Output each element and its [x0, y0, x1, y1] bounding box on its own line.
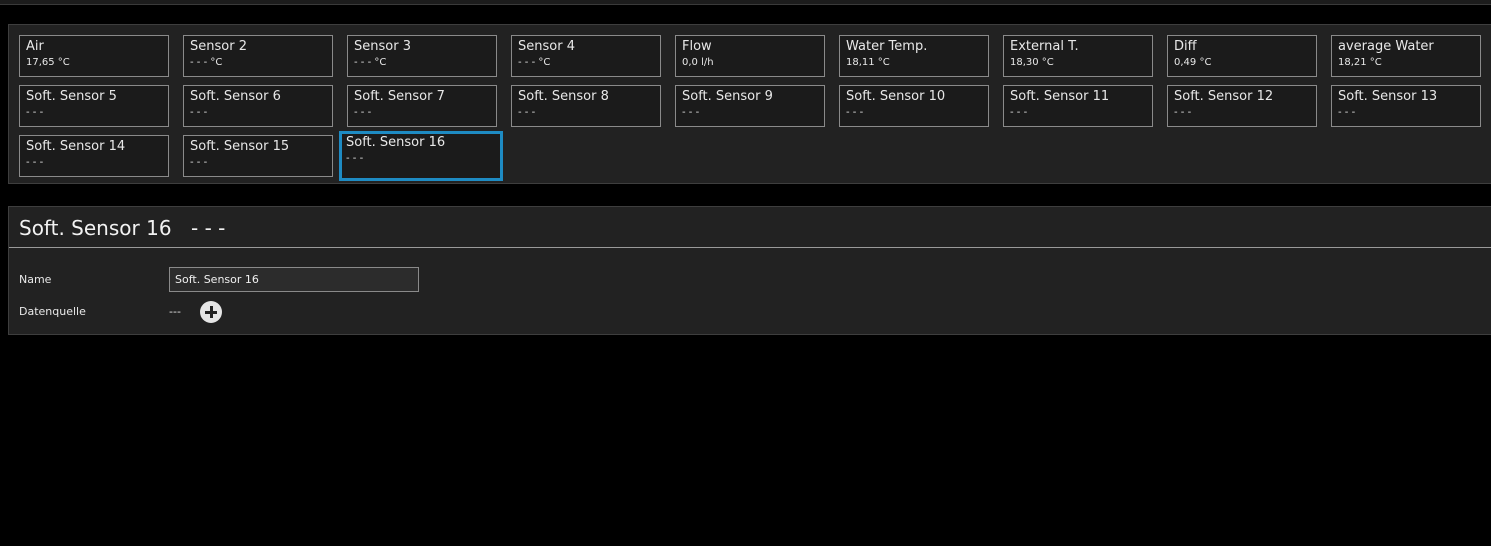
sensor-tile-label: Flow	[682, 39, 712, 54]
sensor-tile-label: Sensor 4	[518, 39, 575, 54]
sensor-tile[interactable]: Soft. Sensor 10 - - -	[839, 85, 989, 127]
sensor-tile-label: Soft. Sensor 7	[354, 89, 445, 104]
sensor-tile[interactable]: Soft. Sensor 14 - - -	[19, 135, 169, 177]
sensor-tile-label: Diff	[1174, 39, 1197, 54]
sensor-tile-label: Soft. Sensor 15	[190, 139, 290, 154]
sensor-tile-value: 18,30 °C	[1010, 57, 1054, 68]
sensor-tile-label: average Water	[1338, 39, 1434, 54]
sensor-tile[interactable]: Sensor 2 - - - °C	[183, 35, 333, 77]
sensor-tile-value: 17,65 °C	[26, 57, 70, 68]
sensor-tile-label: Soft. Sensor 10	[846, 89, 946, 104]
sensor-tile-value: - - -	[518, 107, 536, 118]
name-field[interactable]	[169, 267, 419, 292]
sensor-tile-value: - - -	[354, 107, 372, 118]
sensor-tile-panel: Air 17,65 °C Sensor 2 - - - °C Sensor 3 - - -…	[8, 24, 1491, 184]
sensor-tile-value: - - - °C	[518, 57, 551, 68]
sensor-tile-label: External T.	[1010, 39, 1079, 54]
sensor-tile-value: - - -	[190, 107, 208, 118]
sensor-tile-label: Soft. Sensor 6	[190, 89, 281, 104]
sensor-tile-value: - - - °C	[190, 57, 223, 68]
sensor-tile[interactable]: Soft. Sensor 16 - - -	[339, 131, 503, 181]
sensor-tile-value: - - -	[1174, 107, 1192, 118]
sensor-tile-value: - - -	[26, 157, 44, 168]
sensor-tile[interactable]: Soft. Sensor 11 - - -	[1003, 85, 1153, 127]
sensor-tile-value: - - -	[1010, 107, 1028, 118]
sensor-tile[interactable]: Soft. Sensor 6 - - -	[183, 85, 333, 127]
detail-value: - - -	[191, 216, 226, 240]
datasource-label: Datenquelle	[19, 305, 86, 318]
sensor-tile-value: - - -	[346, 153, 364, 164]
sensor-tile[interactable]: Diff 0,49 °C	[1167, 35, 1317, 77]
sensor-tile-label: Soft. Sensor 9	[682, 89, 773, 104]
sensor-tile[interactable]: Soft. Sensor 5 - - -	[19, 85, 169, 127]
top-border-strip	[0, 0, 1491, 5]
sensor-tile[interactable]: External T. 18,30 °C	[1003, 35, 1153, 77]
detail-title: Soft. Sensor 16	[19, 216, 172, 240]
datasource-value: ---	[169, 305, 181, 318]
name-label: Name	[19, 273, 52, 286]
sensor-tile[interactable]: Soft. Sensor 15 - - -	[183, 135, 333, 177]
sensor-tile-label: Soft. Sensor 16	[346, 135, 446, 150]
sensor-tile[interactable]: average Water 18,21 °C	[1331, 35, 1481, 77]
sensor-tile[interactable]: Soft. Sensor 12 - - -	[1167, 85, 1317, 127]
sensor-tile-label: Soft. Sensor 12	[1174, 89, 1274, 104]
sensor-tile-value: - - -	[682, 107, 700, 118]
sensor-tile-value: 18,11 °C	[846, 57, 890, 68]
sensor-tile-label: Soft. Sensor 5	[26, 89, 117, 104]
sensor-tile-label: Soft. Sensor 11	[1010, 89, 1110, 104]
sensor-tile-value: - - - °C	[354, 57, 387, 68]
sensor-tile-label: Sensor 2	[190, 39, 247, 54]
sensor-tile[interactable]: Soft. Sensor 7 - - -	[347, 85, 497, 127]
sensor-tile[interactable]: Soft. Sensor 9 - - -	[675, 85, 825, 127]
sensor-tile[interactable]: Flow 0,0 l/h	[675, 35, 825, 77]
sensor-tile-value: - - -	[1338, 107, 1356, 118]
sensor-tile-value: - - -	[26, 107, 44, 118]
sensor-tile[interactable]: Sensor 3 - - - °C	[347, 35, 497, 77]
sensor-tile[interactable]: Water Temp. 18,11 °C	[839, 35, 989, 77]
add-datasource-button[interactable]	[200, 301, 222, 323]
sensor-tile-value: - - -	[190, 157, 208, 168]
sensor-tile-label: Sensor 3	[354, 39, 411, 54]
sensor-tile-label: Soft. Sensor 14	[26, 139, 126, 154]
sensor-tile-value: 18,21 °C	[1338, 57, 1382, 68]
sensor-tile-value: - - -	[846, 107, 864, 118]
sensor-detail-panel: Soft. Sensor 16 - - - Name Datenquelle -…	[8, 206, 1491, 335]
sensor-tile-label: Soft. Sensor 8	[518, 89, 609, 104]
sensor-tile[interactable]: Air 17,65 °C	[19, 35, 169, 77]
sensor-tile[interactable]: Soft. Sensor 13 - - -	[1331, 85, 1481, 127]
sensor-tile-label: Soft. Sensor 13	[1338, 89, 1438, 104]
sensor-tile-value: 0,49 °C	[1174, 57, 1212, 68]
sensor-tile[interactable]: Soft. Sensor 8 - - -	[511, 85, 661, 127]
sensor-tile-value: 0,0 l/h	[682, 57, 714, 68]
sensor-tile-label: Water Temp.	[846, 39, 928, 54]
detail-header: Soft. Sensor 16 - - -	[9, 207, 1491, 248]
sensor-tile[interactable]: Sensor 4 - - - °C	[511, 35, 661, 77]
sensor-tile-label: Air	[26, 39, 44, 54]
